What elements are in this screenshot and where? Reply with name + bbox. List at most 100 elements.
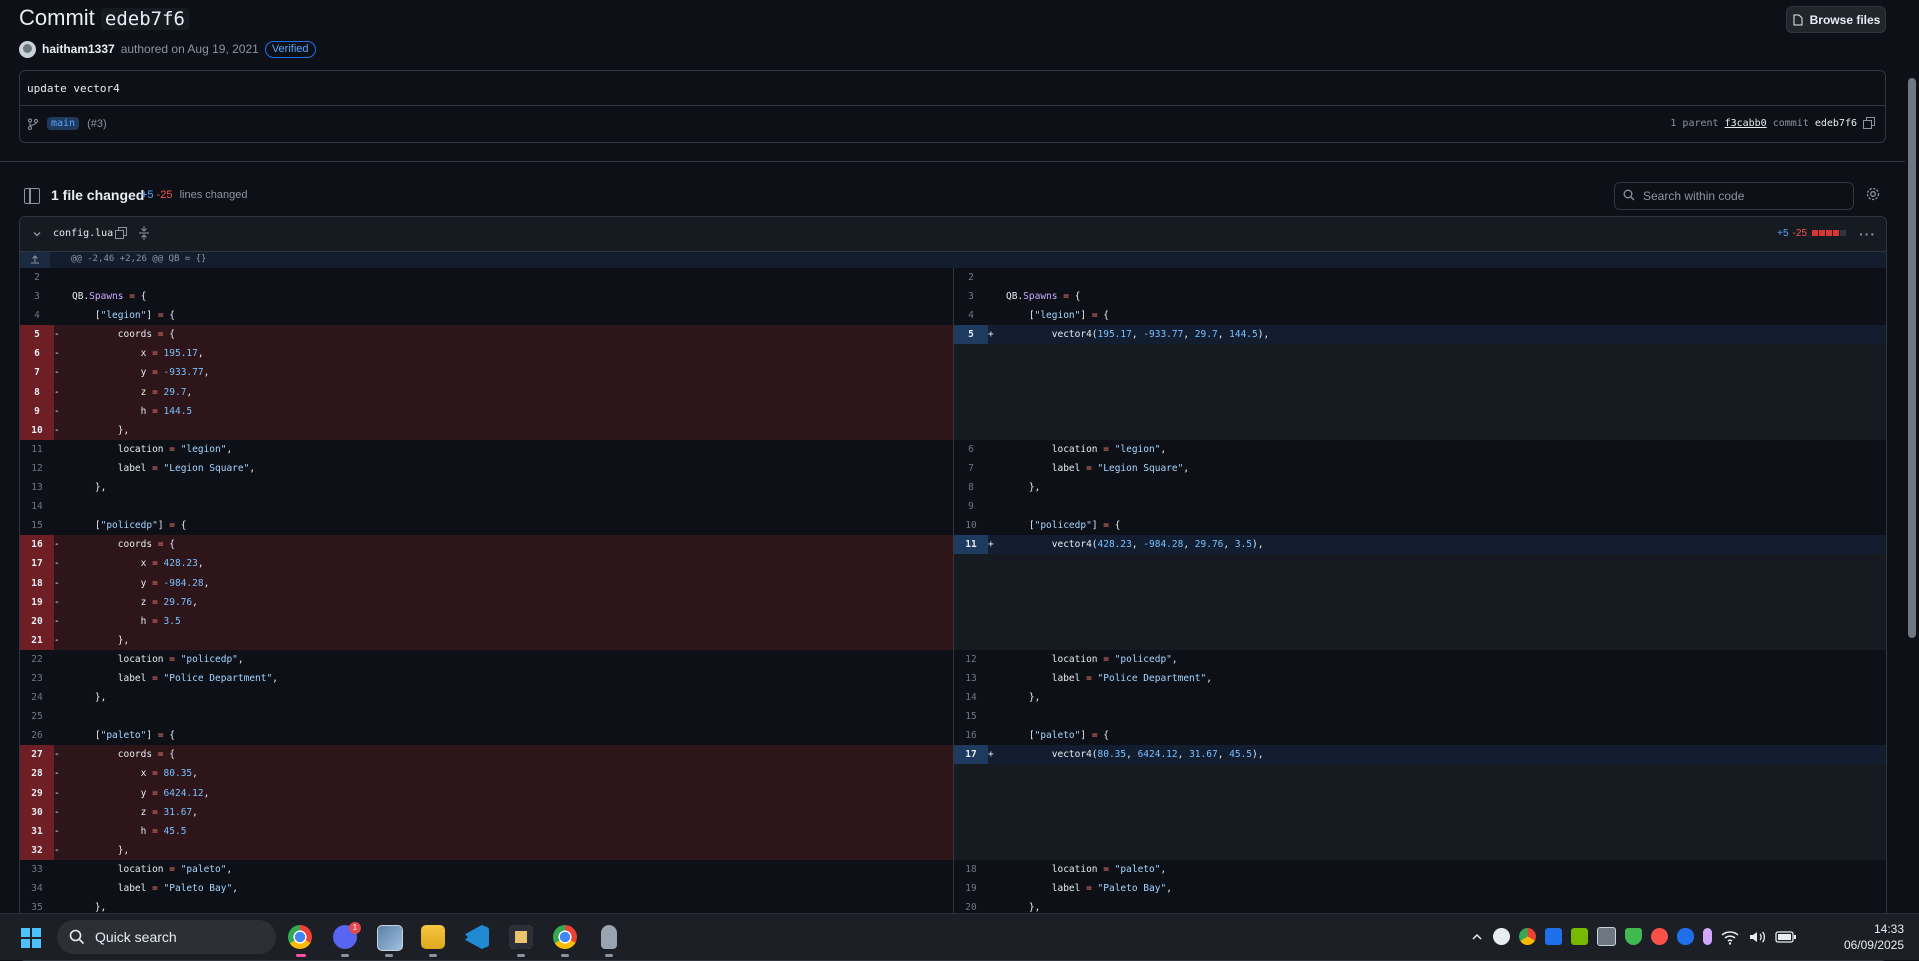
line-number[interactable]: 2	[20, 268, 54, 287]
microphone-icon[interactable]	[1703, 928, 1712, 945]
clock-date: 06/09/2025	[1843, 938, 1904, 952]
line-number[interactable]: 3	[954, 287, 988, 306]
line-number[interactable]: 10	[954, 516, 988, 535]
scrollbar-thumb[interactable]	[1908, 78, 1916, 638]
pr-reference[interactable]: (#3)	[87, 118, 107, 130]
diff-row: 6- x = 195.17,	[20, 344, 953, 364]
line-number[interactable]: 5	[20, 325, 54, 345]
line-number[interactable]: 26	[20, 726, 54, 745]
line-number[interactable]: 34	[20, 879, 54, 898]
line-number[interactable]: 13	[20, 478, 54, 497]
diff-row: 8- z = 29.7,	[20, 382, 953, 402]
line-number[interactable]: 15	[954, 707, 988, 726]
diff-sign: -	[54, 329, 60, 341]
expand-up-icon[interactable]	[20, 252, 50, 268]
microphone-app-icon[interactable]	[601, 925, 617, 949]
chrome-tray-icon[interactable]	[1519, 928, 1536, 945]
page-scrollbar[interactable]	[1905, 0, 1919, 913]
parent-sha-link[interactable]: f3cabb0	[1725, 118, 1767, 129]
line-number[interactable]: 2	[954, 268, 988, 287]
line-number[interactable]: 17	[20, 554, 54, 574]
rocket-tray-icon[interactable]	[1651, 928, 1668, 945]
line-number[interactable]: 7	[954, 459, 988, 478]
gear-icon[interactable]	[1866, 187, 1880, 201]
vscode-icon[interactable]	[465, 925, 489, 949]
line-number[interactable]: 15	[20, 516, 54, 535]
line-number[interactable]: 33	[20, 860, 54, 879]
line-number[interactable]: 11	[954, 535, 988, 555]
line-number[interactable]: 25	[20, 707, 54, 726]
line-number[interactable]: 30	[20, 802, 54, 822]
clock[interactable]: 14:33 06/09/2025	[1832, 921, 1904, 953]
line-number[interactable]: 19	[954, 879, 988, 898]
search-input[interactable]	[1641, 185, 1850, 207]
line-number[interactable]: 9	[20, 401, 54, 421]
line-number[interactable]: 18	[954, 860, 988, 879]
line-number[interactable]: 14	[20, 497, 54, 516]
info-tray-icon[interactable]	[1545, 928, 1562, 945]
code-line: ["policedp"] = {	[1006, 520, 1121, 532]
photos-icon[interactable]	[377, 925, 403, 951]
wifi-icon[interactable]	[1721, 929, 1739, 945]
line-number[interactable]: 8	[20, 382, 54, 402]
avatar[interactable]	[19, 40, 36, 58]
author-link[interactable]: haitham1337	[42, 42, 115, 56]
line-number[interactable]: 23	[20, 669, 54, 688]
line-number[interactable]: 6	[954, 440, 988, 459]
branch-link[interactable]: main	[47, 117, 80, 130]
line-number[interactable]: 17	[954, 745, 988, 765]
line-number[interactable]: 16	[954, 726, 988, 745]
line-number[interactable]: 9	[954, 497, 988, 516]
git-branch-icon	[28, 118, 38, 130]
line-number[interactable]: 19	[20, 592, 54, 612]
windows-start-icon[interactable]	[21, 928, 41, 948]
davinci-resolve-icon[interactable]	[509, 925, 533, 949]
copy-icon[interactable]	[115, 227, 127, 239]
line-number[interactable]: 7	[20, 363, 54, 383]
chrome-profile-icon[interactable]	[553, 925, 577, 949]
chrome-icon[interactable]	[288, 925, 312, 949]
line-number[interactable]: 21	[20, 630, 54, 650]
browse-files-button[interactable]: Browse files	[1786, 6, 1886, 33]
chevron-down-icon[interactable]	[32, 229, 42, 239]
line-number[interactable]: 3	[20, 287, 54, 306]
grid-tray-icon[interactable]	[1597, 927, 1616, 946]
line-number[interactable]: 5	[954, 325, 988, 345]
line-number[interactable]: 13	[954, 669, 988, 688]
file-name[interactable]: config.lua	[53, 228, 113, 239]
line-number[interactable]: 11	[20, 440, 54, 459]
line-number[interactable]: 28	[20, 764, 54, 784]
line-number[interactable]: 22	[20, 650, 54, 669]
more-options-icon[interactable]: ···	[1859, 226, 1876, 242]
verified-badge[interactable]: Verified	[264, 40, 316, 58]
line-number[interactable]: 12	[954, 650, 988, 669]
line-number[interactable]: 18	[20, 573, 54, 593]
file-tree-toggle-icon[interactable]	[24, 188, 40, 204]
discord-tray-icon[interactable]	[1493, 928, 1510, 945]
diff-row: 12 location = "policedp",	[954, 650, 1886, 669]
line-number[interactable]: 10	[20, 420, 54, 440]
volume-icon[interactable]	[1748, 929, 1766, 945]
line-number[interactable]: 31	[20, 821, 54, 841]
line-number[interactable]: 12	[20, 459, 54, 478]
copy-icon[interactable]	[1863, 117, 1875, 129]
security-tray-icon[interactable]	[1625, 928, 1642, 945]
line-number[interactable]: 6	[20, 344, 54, 364]
file-explorer-icon[interactable]	[421, 925, 445, 949]
line-number[interactable]: 16	[20, 535, 54, 555]
line-number[interactable]: 29	[20, 783, 54, 803]
taskbar-search[interactable]: Quick search	[57, 920, 276, 954]
line-number[interactable]: 14	[954, 688, 988, 707]
battery-icon[interactable]	[1775, 930, 1797, 944]
line-number[interactable]: 24	[20, 688, 54, 707]
line-number[interactable]: 4	[20, 306, 54, 325]
bluetooth-icon[interactable]	[1677, 928, 1694, 945]
expand-all-icon[interactable]	[138, 226, 150, 240]
line-number[interactable]: 20	[20, 611, 54, 631]
nvidia-tray-icon[interactable]	[1571, 928, 1588, 945]
line-number[interactable]: 32	[20, 840, 54, 860]
line-number[interactable]: 27	[20, 745, 54, 765]
line-number[interactable]: 4	[954, 306, 988, 325]
chevron-up-icon[interactable]	[1470, 930, 1484, 944]
line-number[interactable]: 8	[954, 478, 988, 497]
